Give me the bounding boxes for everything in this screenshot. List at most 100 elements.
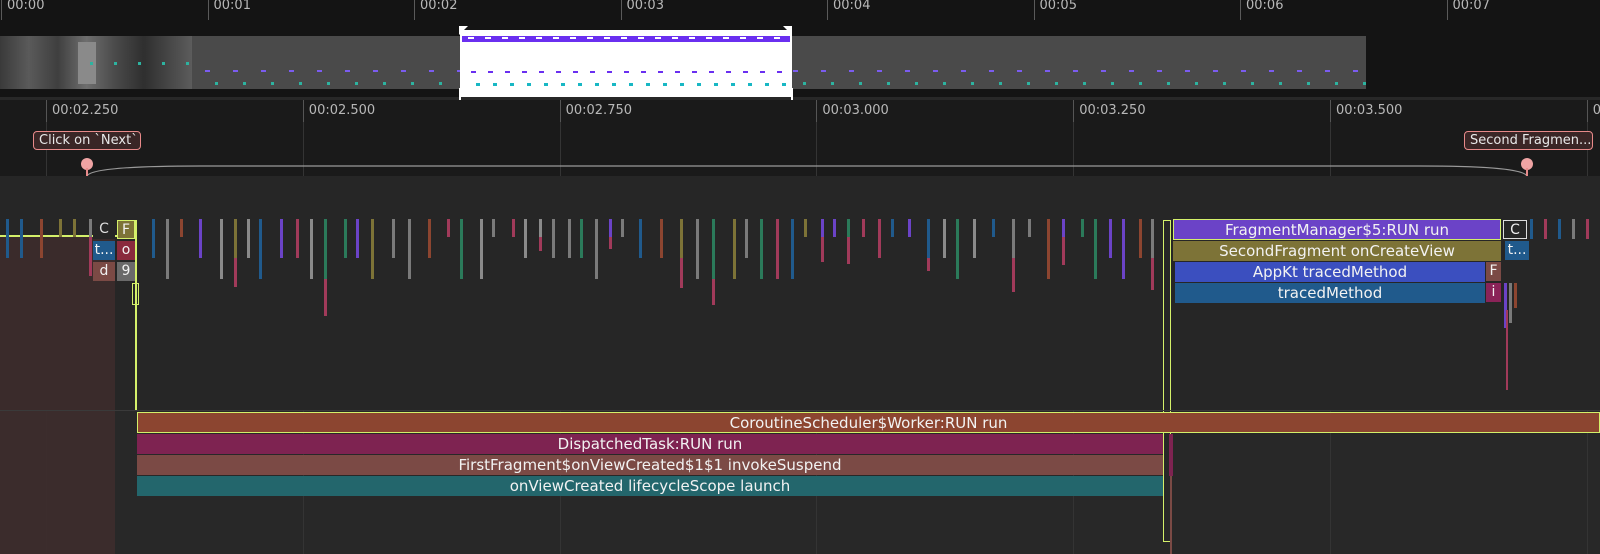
sample-tick <box>696 219 699 279</box>
overview-dot-teal <box>1111 82 1114 85</box>
overview-tick-line <box>414 0 415 20</box>
sample-tick-deep <box>1012 258 1015 292</box>
viewport-dot-cyan <box>612 83 616 86</box>
start-marker-label[interactable]: Click on `Next` <box>33 131 141 150</box>
overview-dot-teal <box>1167 82 1170 85</box>
overview-dot-purple <box>317 70 322 72</box>
viewport-dot-cyan <box>510 83 514 86</box>
sample-tick <box>927 219 930 258</box>
overview-dot-teal <box>1027 82 1030 85</box>
viewport-dot-purple <box>726 71 731 73</box>
timeline-tick-label: 00:02.500 <box>308 103 376 118</box>
sample-tick-deep <box>234 258 237 287</box>
right-slice-c[interactable]: C <box>1503 220 1527 239</box>
sample-tick <box>234 219 237 258</box>
slice-first-fragment-invoke[interactable]: FirstFragment$onViewCreated$1$1 invokeSu… <box>137 455 1163 475</box>
overview-dot-purple <box>877 70 882 72</box>
left-stub-slice-f[interactable]: F <box>117 220 135 239</box>
overview-thumbnail-frame <box>78 42 96 84</box>
viewport-dot-white <box>774 37 780 39</box>
sample-tick-deep <box>1506 310 1508 390</box>
overview-dot-teal <box>1055 82 1058 85</box>
slice-dispatched-task[interactable]: DispatchedTask:RUN run <box>137 434 1163 454</box>
left-stub-slice-o[interactable]: o <box>117 241 135 260</box>
overview-dot-purple <box>205 70 210 72</box>
slice-second-fragment[interactable]: SecondFragment onCreateView <box>1173 241 1501 261</box>
viewport-dot-cyan <box>782 83 786 86</box>
overview-tick-line <box>1446 0 1448 20</box>
sample-tick <box>259 219 262 279</box>
timeline-tick-line <box>1586 100 1588 122</box>
slice-on-view-created-launch[interactable]: onViewCreated lifecycleScope launch <box>137 476 1163 496</box>
sample-tick <box>1586 219 1589 239</box>
viewport-dot-cyan <box>731 83 735 86</box>
overview-dot-teal <box>383 82 386 85</box>
end-marker-label[interactable]: Second Fragmen... <box>1464 131 1593 150</box>
timeline-axis[interactable]: 00:02.250 00:02.500 00:02.750 00:03.000 00:0… <box>0 100 1600 122</box>
overview-tick-label: 00:05 <box>1039 0 1077 13</box>
sample-tick <box>152 219 155 258</box>
overview-tick-line <box>827 0 828 20</box>
overview-tick-label: 00:06 <box>1246 0 1284 13</box>
slice-fragment-manager[interactable]: FragmentManager$5:RUN run <box>1173 219 1501 240</box>
viewport-right-handle[interactable] <box>783 26 792 35</box>
right-slice-t[interactable]: t... <box>1505 241 1529 260</box>
sample-tick <box>344 219 347 258</box>
sample-tick <box>956 219 959 279</box>
sample-tick <box>1012 219 1015 258</box>
sample-tick <box>568 219 571 258</box>
overview-viewport-window[interactable] <box>460 30 792 97</box>
sample-tick <box>1544 219 1547 239</box>
sample-tick <box>199 219 202 258</box>
sample-tick-deep <box>539 237 542 251</box>
overview-dot-purple <box>1185 70 1190 72</box>
sample-tick-deep <box>847 237 850 264</box>
sample-tick <box>552 219 555 258</box>
viewport-dot-cyan <box>697 83 701 86</box>
viewport-left-handle[interactable] <box>459 26 468 35</box>
overview-dot-purple <box>373 70 378 72</box>
left-stub-slice-t[interactable]: t... <box>93 241 115 260</box>
viewport-dot-purple <box>539 71 544 73</box>
sample-tick <box>943 219 946 258</box>
overview-dot-purple <box>1017 70 1022 72</box>
slice-coroutine-worker[interactable]: CoroutineScheduler$Worker:RUN run <box>137 412 1600 433</box>
overview-dot-teal <box>114 62 117 65</box>
overview-dot-teal <box>138 62 141 65</box>
sample-tick-stack <box>1514 283 1517 308</box>
viewport-dot-cyan <box>476 83 480 86</box>
overview-dot-teal <box>299 82 302 85</box>
overview-panel[interactable]: 00:00 00:01 00:02 00:03 00:04 00:05 00:06 00:07 <box>0 0 1600 100</box>
overview-dot-teal <box>186 62 189 65</box>
timeline-tick-label: 00:02.250 <box>52 103 119 118</box>
viewport-dot-purple <box>658 71 663 73</box>
viewport-dot-white <box>740 37 746 39</box>
sample-tick <box>745 219 748 258</box>
viewport-dot-white <box>553 37 559 39</box>
viewport-dot-cyan <box>748 83 752 86</box>
sample-tick <box>1028 219 1031 237</box>
overview-dot-teal <box>355 82 358 85</box>
left-stub-slice-9[interactable]: 9 <box>117 262 135 281</box>
overview-dot-teal <box>1139 82 1142 85</box>
overview-dot-purple <box>345 70 350 72</box>
right-slice-f[interactable]: F <box>1486 262 1501 281</box>
right-slice-i[interactable]: i <box>1486 283 1501 302</box>
left-stub-slice-d[interactable]: d <box>93 262 115 281</box>
slice-traced-method[interactable]: tracedMethod <box>1175 283 1485 303</box>
viewport-dot-purple <box>709 71 714 73</box>
overview-dot-purple <box>1297 70 1302 72</box>
overview-dot-teal <box>1307 82 1310 85</box>
viewport-dot-cyan <box>714 83 718 86</box>
worker-tail-line <box>1170 476 1172 554</box>
timeline-tick-label: 00:03.250 <box>1079 103 1146 118</box>
viewport-dot-purple <box>505 71 510 73</box>
timeline-tick-line <box>1073 100 1075 122</box>
sample-tick <box>1109 219 1112 258</box>
sample-tick <box>40 219 43 258</box>
slice-appkt-traced-method[interactable]: AppKt tracedMethod <box>1175 262 1485 282</box>
overview-dot-teal <box>1223 82 1226 85</box>
viewport-dot-purple <box>743 71 748 73</box>
viewport-dot-white <box>672 37 678 39</box>
left-stub-slice-c[interactable]: C <box>93 220 115 239</box>
